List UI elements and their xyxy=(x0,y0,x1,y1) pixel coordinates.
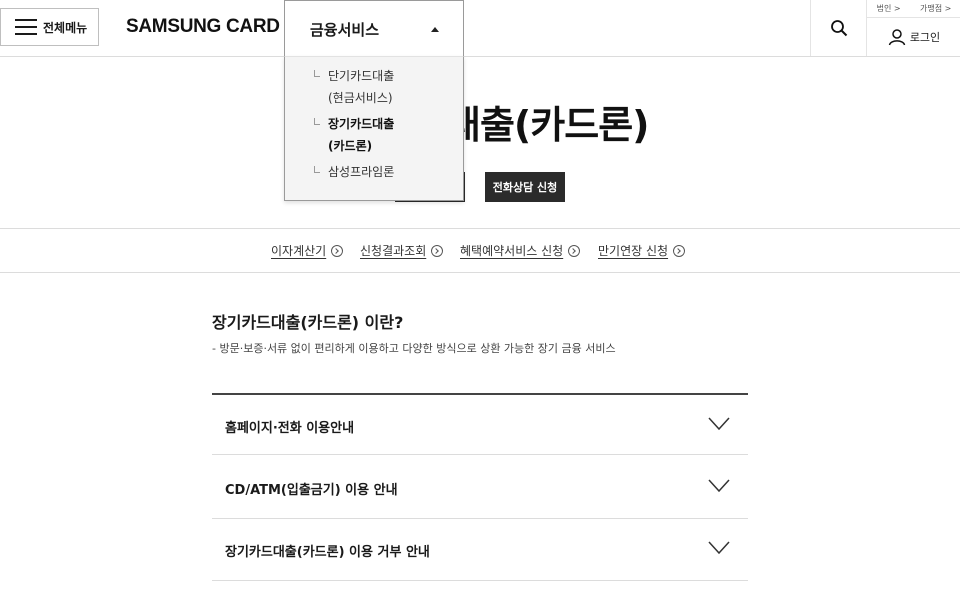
circle-arrow-icon xyxy=(673,244,686,257)
header: 전체메뉴 SAMSUNG CARD 법인 > 가맹점 > 로그인 xyxy=(0,0,960,57)
search-button[interactable] xyxy=(810,0,867,56)
sublink-label: 혜택예약서비스 신청 xyxy=(460,244,564,258)
login-button[interactable]: 로그인 xyxy=(866,18,960,56)
merchant-link[interactable]: 가맹점 > xyxy=(920,3,951,14)
corporate-link[interactable]: 법인 > xyxy=(877,3,901,14)
menu-item-prime-loan[interactable]: 삼성프라임론 xyxy=(328,161,394,183)
accordion-label: 홈페이지·전화 이용안내 xyxy=(225,421,355,436)
utility-links: 법인 > 가맹점 > xyxy=(866,0,960,18)
phone-consult-label: 전화상담 신청 xyxy=(492,181,558,194)
menu-item-line2: (카드론) xyxy=(328,139,373,153)
all-menu-button[interactable]: 전체메뉴 xyxy=(0,8,99,46)
dropdown-menu: 단기카드대출 (현금서비스) 장기카드대출 (카드론) 삼성프라임론 xyxy=(284,56,464,201)
chevron-down-icon xyxy=(708,479,730,493)
accordion-item-cd-atm[interactable]: CD/ATM(입출금기) 이용 안내 xyxy=(212,457,748,519)
caret-up-icon xyxy=(431,27,439,32)
page-title: 대출(카드론) xyxy=(446,103,650,147)
user-icon xyxy=(888,29,906,46)
menu-item-line1: 장기카드대출 xyxy=(328,117,395,131)
search-icon xyxy=(831,20,848,37)
dropdown-title: 금융서비스 xyxy=(310,21,380,39)
section-title: 장기카드대출(카드론) 이란? xyxy=(212,313,404,332)
hamburger-icon xyxy=(15,19,37,35)
all-menu-label: 전체메뉴 xyxy=(43,20,88,35)
menu-item-line1: 삼성프라임론 xyxy=(328,165,395,179)
accordion-label: 장기카드대출(카드론) 이용 거부 안내 xyxy=(225,545,430,560)
chevron-down-icon xyxy=(708,541,730,555)
menu-item-line2: (현금서비스) xyxy=(328,91,393,105)
phone-consult-button[interactable]: 전화상담 신청 xyxy=(485,172,565,202)
login-label: 로그인 xyxy=(909,31,941,44)
interest-calculator-link[interactable]: 이자계산기 xyxy=(271,242,344,259)
circle-arrow-icon xyxy=(568,244,581,257)
benefit-reservation-link[interactable]: 혜택예약서비스 신청 xyxy=(460,242,581,259)
sub-links-bar: 이자계산기 신청결과조회 혜택예약서비스 신청 만기연장 신청 xyxy=(0,228,960,273)
maturity-extension-link[interactable]: 만기연장 신청 xyxy=(598,242,686,259)
menu-item-short-term-loan[interactable]: 단기카드대출 (현금서비스) xyxy=(328,65,394,109)
tree-branch-icon xyxy=(314,70,320,77)
section-description: - 방문·보증·서류 없이 편리하게 이용하고 다양한 방식으로 상환 가능한 … xyxy=(212,342,616,355)
circle-arrow-icon xyxy=(331,244,344,257)
accordion-item-homepage-phone[interactable]: 홈페이지·전화 이용안내 xyxy=(212,393,748,455)
sublink-label: 만기연장 신청 xyxy=(598,244,669,258)
accordion-item-refusal[interactable]: 장기카드대출(카드론) 이용 거부 안내 xyxy=(212,519,748,581)
application-result-link[interactable]: 신청결과조회 xyxy=(360,242,444,259)
financial-services-dropdown[interactable]: 금융서비스 xyxy=(284,0,464,56)
tree-branch-icon xyxy=(314,166,320,173)
menu-item-long-term-loan[interactable]: 장기카드대출 (카드론) xyxy=(328,113,394,157)
tree-branch-icon xyxy=(314,118,320,125)
menu-item-line1: 단기카드대출 xyxy=(328,69,395,83)
accordion-label: CD/ATM(입출금기) 이용 안내 xyxy=(225,483,398,498)
chevron-down-icon xyxy=(708,417,730,431)
sublink-label: 신청결과조회 xyxy=(360,244,427,258)
samsung-card-logo[interactable]: SAMSUNG CARD xyxy=(126,16,280,38)
circle-arrow-icon xyxy=(431,244,444,257)
sublink-label: 이자계산기 xyxy=(271,244,327,258)
